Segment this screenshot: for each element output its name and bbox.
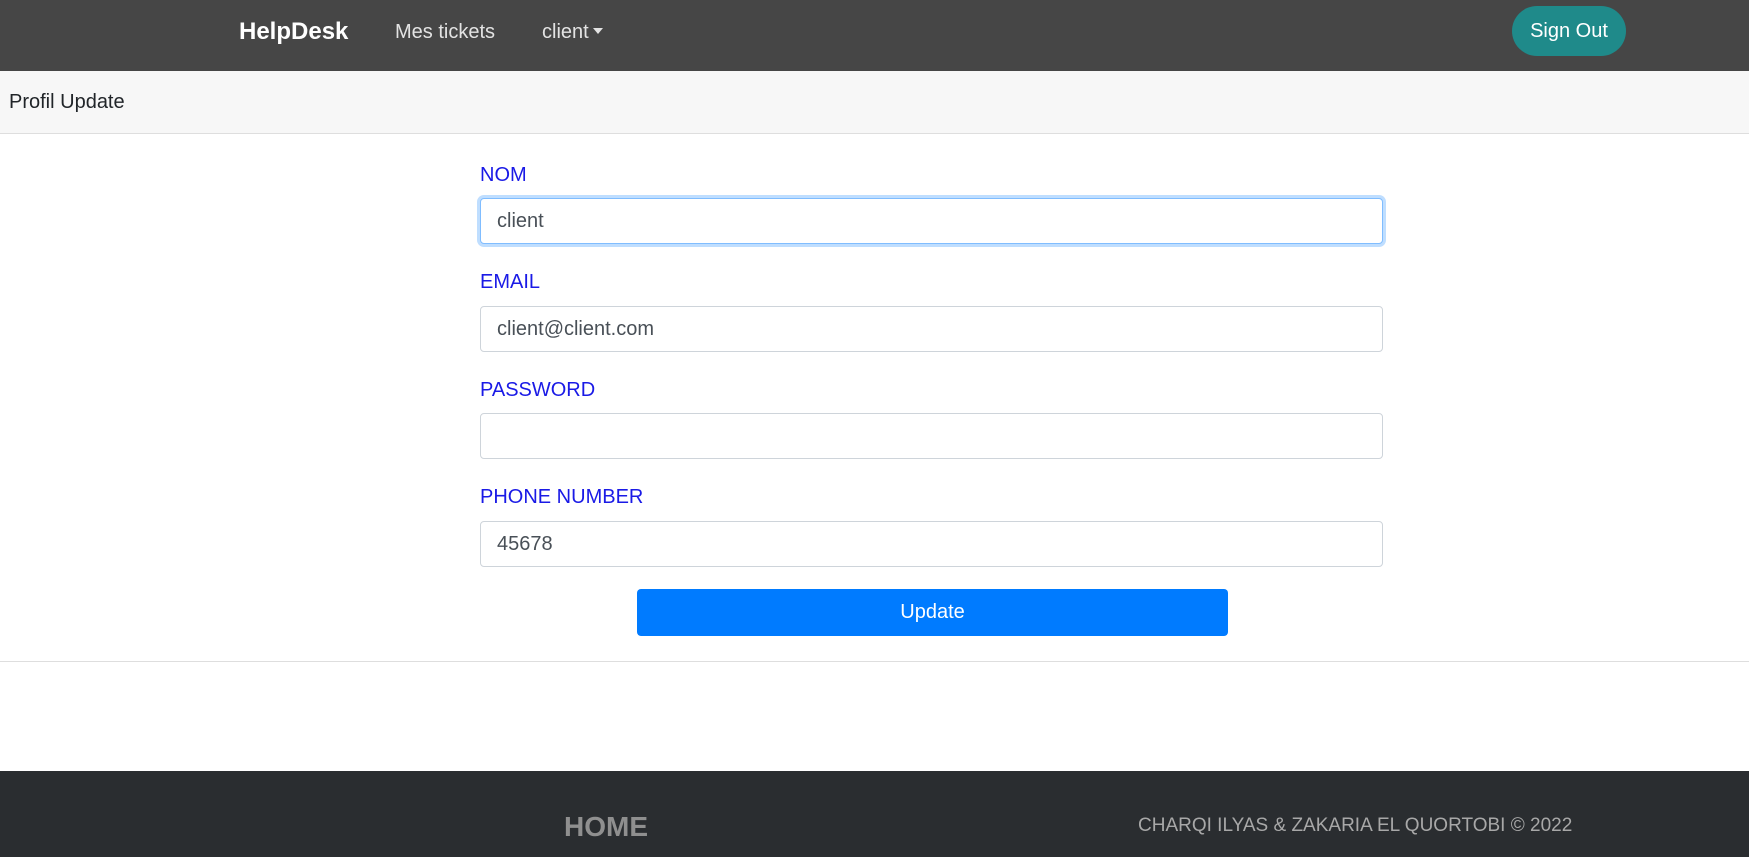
nom-label: NOM	[480, 164, 527, 186]
email-input[interactable]	[480, 306, 1383, 352]
footer: HOME CHARQI ILYAS & ZAKARIA EL QUORTOBI …	[0, 771, 1749, 857]
update-button[interactable]: Update	[637, 589, 1228, 636]
page-header: Profil Update	[0, 71, 1749, 134]
top-navbar: HelpDesk Mes tickets client Sign Out	[0, 0, 1749, 71]
footer-home-link[interactable]: HOME	[564, 811, 648, 843]
content-divider	[0, 661, 1749, 662]
brand-logo[interactable]: HelpDesk	[239, 18, 348, 46]
caret-down-icon	[592, 28, 603, 34]
nav-link-mes-tickets[interactable]: Mes tickets	[395, 21, 495, 44]
nav-dropdown-client-label: client	[542, 21, 589, 43]
nom-input[interactable]	[480, 198, 1383, 244]
password-input[interactable]	[480, 413, 1383, 459]
nav-dropdown-client[interactable]: client	[542, 21, 603, 44]
page-title: Profil Update	[9, 91, 125, 113]
phone-number-input[interactable]	[480, 521, 1383, 567]
email-label: EMAIL	[480, 271, 541, 293]
sign-out-button[interactable]: Sign Out	[1512, 6, 1626, 56]
phone-number-label: PHONE NUMBER	[480, 486, 644, 508]
password-label: PASSWORD	[480, 379, 596, 401]
footer-copyright: CHARQI ILYAS & ZAKARIA EL QUORTOBI © 202…	[1138, 815, 1573, 836]
